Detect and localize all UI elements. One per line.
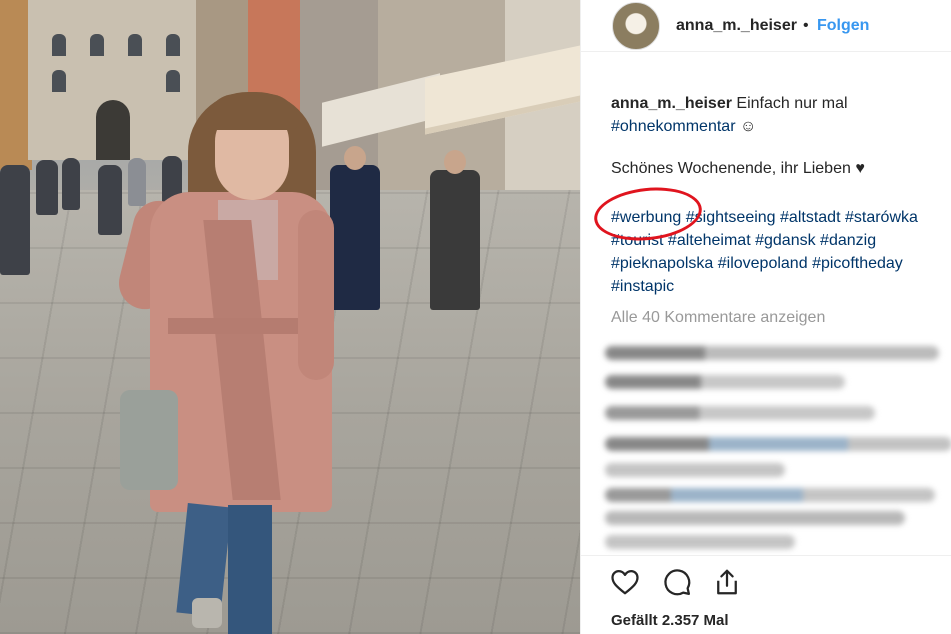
- blurred-comment: [605, 406, 875, 420]
- woman-sleeve: [298, 210, 334, 380]
- share-icon: [717, 569, 737, 594]
- share-button[interactable]: [710, 566, 744, 600]
- smile-emoji: ☺: [739, 118, 757, 135]
- post-header: anna_m._heiser • Folgen: [581, 0, 951, 52]
- hashtag[interactable]: #alteheimat: [668, 232, 751, 249]
- action-bar: Gefällt 2.357 Mal: [581, 555, 951, 634]
- woman-shoe: [192, 598, 222, 628]
- pedestrian-head: [444, 150, 466, 174]
- pedestrian: [0, 165, 30, 275]
- hashtag[interactable]: #instapic: [611, 278, 674, 295]
- woman-bangs: [206, 94, 298, 130]
- pedestrian: [330, 165, 380, 310]
- hashtag[interactable]: #picoftheday: [812, 255, 903, 272]
- follow-button[interactable]: Folgen: [817, 17, 869, 35]
- comment-icon: [664, 568, 691, 595]
- hashtag-row: #instapic: [611, 275, 951, 298]
- post-sidebar: anna_m._heiser • Folgen anna_m._heiser E…: [580, 0, 951, 634]
- caption: anna_m._heiser Einfach nur mal #ohnekomm…: [611, 92, 951, 138]
- hashtag[interactable]: #danzig: [820, 232, 876, 249]
- caption-username[interactable]: anna_m._heiser: [611, 95, 732, 112]
- handbag: [120, 390, 178, 490]
- hashtag[interactable]: #starówka: [845, 209, 918, 226]
- hashtag[interactable]: #altstadt: [780, 209, 840, 226]
- pedestrian: [98, 165, 122, 235]
- blurred-comment: [605, 535, 795, 549]
- blurred-comment: [605, 375, 845, 389]
- header-separator: •: [803, 17, 809, 34]
- hashtag[interactable]: #gdansk: [755, 232, 816, 249]
- blurred-comment: [605, 437, 951, 451]
- post-photo[interactable]: [0, 0, 580, 634]
- blurred-comment: [605, 511, 905, 525]
- hashtag[interactable]: #ilovepoland: [718, 255, 808, 272]
- comment-button[interactable]: [660, 566, 694, 600]
- blurred-comment: [605, 346, 939, 360]
- header-username[interactable]: anna_m._heiser: [676, 17, 797, 35]
- heart-icon: [611, 569, 639, 594]
- blurred-comment: [605, 488, 935, 502]
- caption-text: Einfach nur mal: [736, 95, 848, 112]
- coat-belt: [168, 318, 318, 334]
- caption-line-2: Schönes Wochenende, ihr Lieben ♥: [611, 160, 865, 177]
- like-count[interactable]: Gefällt 2.357 Mal: [611, 612, 729, 629]
- like-button[interactable]: [608, 566, 642, 600]
- avatar[interactable]: [612, 2, 660, 50]
- pedestrian-head: [344, 146, 366, 170]
- blurred-comment: [605, 463, 785, 477]
- pedestrian: [62, 158, 80, 210]
- pedestrian: [36, 160, 58, 215]
- woman-leg: [228, 505, 272, 634]
- gate-building: [28, 0, 196, 160]
- hashtag[interactable]: #pieknapolska: [611, 255, 713, 272]
- show-all-comments-link[interactable]: Alle 40 Kommentare anzeigen: [611, 309, 825, 327]
- pedestrian: [430, 170, 480, 310]
- pedestrian: [128, 158, 146, 206]
- hashtag-row: #pieknapolska #ilovepoland #picoftheday: [611, 252, 951, 275]
- hashtag[interactable]: #ohnekommentar: [611, 118, 736, 135]
